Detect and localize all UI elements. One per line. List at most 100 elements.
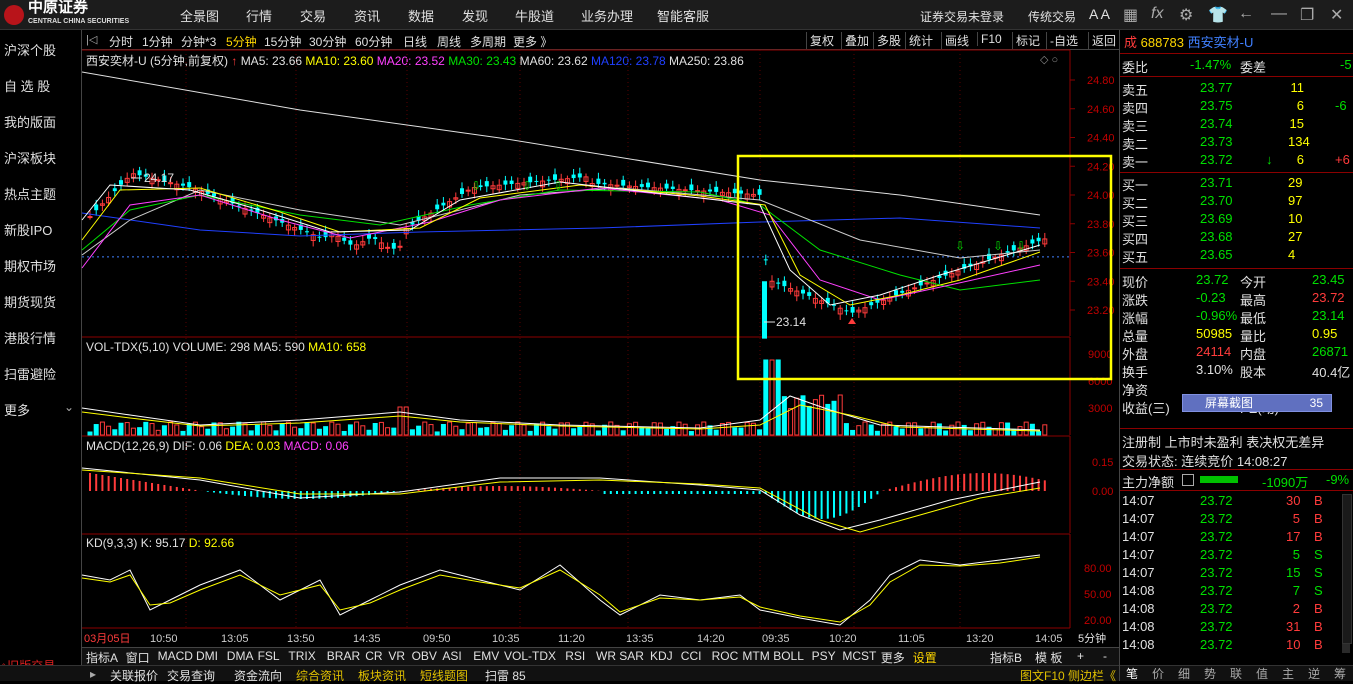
volume-bar (186, 423, 192, 436)
candle-body (912, 287, 918, 290)
volume-bar (1036, 431, 1042, 436)
volume-bar (744, 422, 750, 436)
candle-body (602, 182, 607, 185)
indicator-tab[interactable]: KDJ (650, 649, 673, 663)
volume-bar (422, 421, 428, 436)
bottom-link[interactable]: 板块资讯 (358, 667, 406, 684)
indicator-tab[interactable]: DMI (196, 649, 218, 663)
indicator-tab[interactable]: TRIX (288, 649, 315, 663)
indicator-tab[interactable]: ROC (712, 649, 739, 663)
bottom-link[interactable]: 交易查询 (167, 667, 215, 684)
indicator-tab[interactable]: 设置 (913, 649, 937, 666)
ask-label: 卖五 (1122, 83, 1149, 98)
bottom-link[interactable]: 扫雷 85 (485, 667, 526, 684)
trade-state: 交易状态: 连续竞价 14:08:27 (1122, 454, 1288, 469)
volume-bar (521, 424, 527, 436)
kd-lines (81, 554, 1041, 626)
indicator-tab[interactable]: FSL (258, 649, 280, 663)
volume-bar (633, 421, 639, 436)
bid-label: 买二 (1122, 196, 1149, 211)
bottom-link[interactable]: 关联报价 (110, 667, 158, 684)
indicator-tab[interactable]: VOL-TDX (504, 649, 556, 663)
volume-bar (620, 430, 626, 436)
macd-bars (81, 467, 1046, 533)
candle-body (900, 290, 905, 293)
volume-bar (595, 430, 601, 436)
indicator-tab[interactable]: BOLL (773, 649, 804, 663)
flow-detail-icon[interactable] (1182, 474, 1194, 486)
f10-sidebar-link[interactable]: 图文F10 侧边栏《 (1020, 667, 1116, 684)
ask-price: 23.75 (1200, 98, 1233, 113)
stat-value: 0.95 (1312, 326, 1338, 341)
candle-body (869, 302, 874, 306)
indicator-tab[interactable]: 指标A (86, 649, 118, 666)
candle-body (385, 246, 391, 249)
indicator-right-button[interactable]: + (1077, 649, 1084, 663)
bottom-link[interactable]: 资金流向 (234, 667, 282, 684)
time-label: 13:05 (221, 633, 249, 645)
volume-bar (713, 429, 719, 436)
tick-scrollbar[interactable] (1342, 494, 1352, 644)
bottom-link[interactable]: 综合资讯 (296, 667, 344, 684)
indicator-tab[interactable]: BRAR (327, 649, 360, 663)
volume-bar (161, 425, 167, 436)
indicator-right-button[interactable]: 模 板 (1035, 649, 1062, 666)
indicator-tab[interactable]: WR (596, 649, 616, 663)
order-ratio-label: 委比 (1122, 60, 1149, 75)
indicator-tab[interactable]: 更多 (881, 649, 905, 666)
bid-price: 23.70 (1200, 193, 1233, 208)
stat-value: 40.4亿 (1312, 365, 1351, 380)
indicator-tab[interactable]: VR (388, 649, 405, 663)
volume-bar (819, 394, 825, 436)
candle-body (441, 202, 446, 206)
volume-bar (236, 421, 242, 436)
screenshot-popup[interactable]: 屏幕截图 35 (1182, 394, 1332, 412)
indicator-tab[interactable]: CCI (681, 649, 702, 663)
volume-bar (484, 427, 490, 436)
candle-body (894, 290, 898, 296)
volume-bar (267, 424, 273, 436)
ask-label: 卖一 (1122, 155, 1149, 170)
stat-value: 23.72 (1312, 290, 1345, 305)
listing-badges: 注册制 上市时未盈利 表决权无差异 (1122, 435, 1325, 450)
expand-arrow-icon[interactable]: ▸ (90, 667, 96, 681)
indicator-tab[interactable]: 窗口 (126, 649, 150, 666)
candle-body (1030, 239, 1035, 244)
indicator-right-button[interactable]: 指标B (990, 649, 1022, 666)
bottom-link[interactable]: 短线题图 (420, 667, 468, 684)
time-label: 09:50 (423, 633, 451, 645)
bid-volume: 10 (1288, 211, 1303, 226)
volume-bar (837, 394, 843, 436)
signal-down-arrow-icon: ⇩ (553, 179, 563, 193)
candle-body (112, 188, 117, 192)
candle-body (435, 204, 440, 210)
divider (1120, 76, 1353, 77)
indicator-tab[interactable]: RSI (565, 649, 585, 663)
indicator-right-button[interactable]: - (1103, 649, 1107, 663)
indicator-tab[interactable]: MTM (742, 649, 769, 663)
indicator-tab[interactable]: CR (365, 649, 382, 663)
volume-bar (254, 424, 260, 436)
volume-bar (118, 422, 124, 436)
tick-price: 23.72 (1200, 511, 1233, 526)
tick-price: 23.72 (1200, 565, 1233, 580)
ask-price: 23.72 (1200, 152, 1233, 167)
order-diff-value: -5 (1340, 57, 1352, 72)
indicator-tab[interactable]: SAR (619, 649, 644, 663)
tick-direction: B (1314, 637, 1323, 652)
stat-label: 涨跌 (1122, 293, 1149, 308)
indicator-tab[interactable]: EMV (473, 649, 499, 663)
indicator-tab[interactable]: MACD (158, 649, 193, 663)
stat-value: -0.23 (1196, 290, 1226, 305)
stat-label: 收益(三) (1122, 401, 1170, 416)
volume-bar (323, 426, 329, 436)
indicator-tab[interactable]: MCST (842, 649, 876, 663)
stat-label: 股本 (1240, 365, 1267, 380)
indicator-tab[interactable]: OBV (412, 649, 437, 663)
indicator-tab[interactable]: PSY (812, 649, 836, 663)
indicator-tab[interactable]: DMA (227, 649, 254, 663)
volume-bar (298, 428, 304, 436)
bid-label: 买一 (1122, 178, 1149, 193)
indicator-tab[interactable]: ASI (442, 649, 461, 663)
volume-bar (447, 421, 453, 436)
